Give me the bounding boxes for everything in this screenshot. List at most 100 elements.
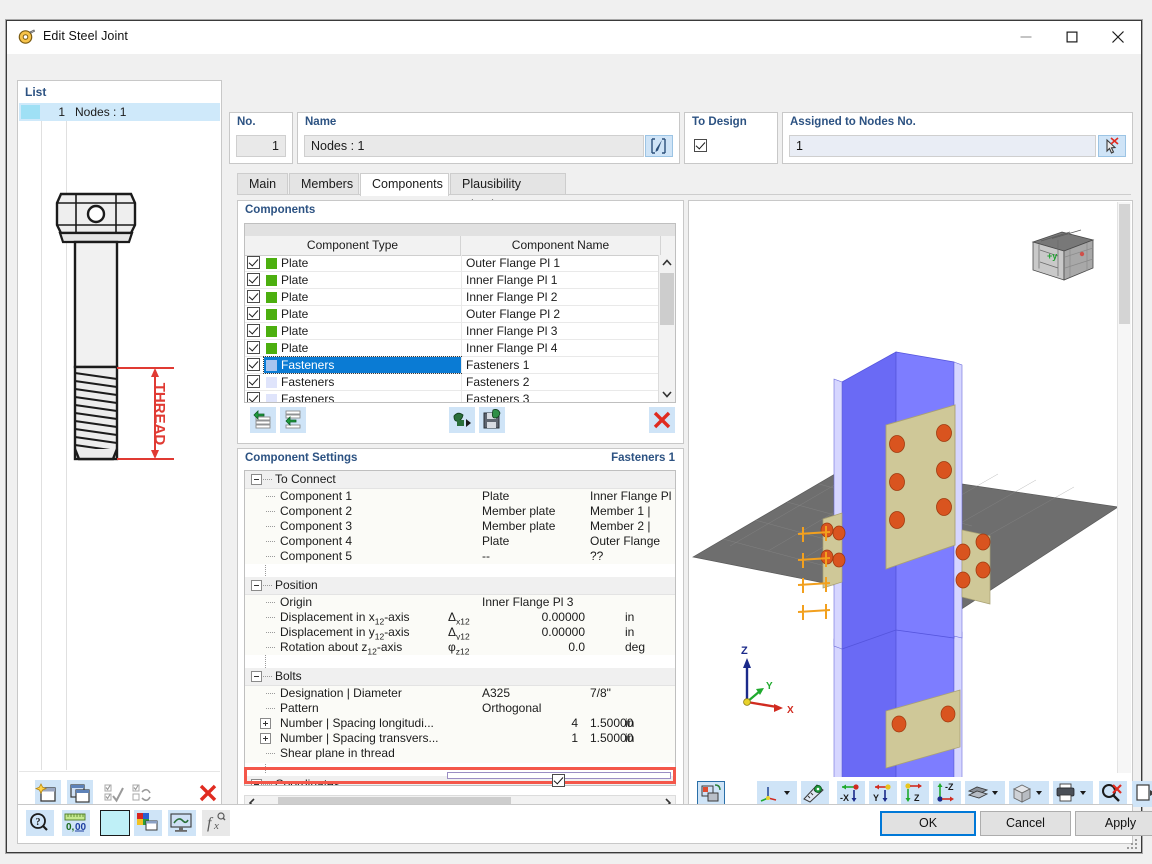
- scrollbar-thumb[interactable]: [660, 273, 674, 325]
- delete-joint-button[interactable]: [195, 780, 221, 806]
- units-button[interactable]: 0, 00: [62, 810, 90, 836]
- tab-main[interactable]: Main: [237, 173, 288, 195]
- color-button[interactable]: [100, 810, 130, 836]
- table-row[interactable]: Plate Inner Flange Pl 3: [245, 323, 659, 340]
- minimize-button[interactable]: [1003, 21, 1049, 53]
- bolt-pattern: Orthogonal: [482, 701, 542, 715]
- select-all-button[interactable]: [101, 780, 127, 806]
- setting-row[interactable]: Designation | Diameter A325 7/8": [245, 686, 675, 701]
- list-item[interactable]: 1 Nodes : 1: [19, 103, 220, 121]
- group-bolts[interactable]: Bolts: [245, 668, 675, 686]
- table-row[interactable]: Fasteners Fasteners 2: [245, 374, 659, 391]
- save-component-button[interactable]: [479, 407, 505, 433]
- table-row[interactable]: Plate Outer Flange Pl 1: [245, 255, 659, 272]
- setting-value-1: Plate: [482, 489, 510, 503]
- list-caption: List: [25, 85, 47, 99]
- maximize-button[interactable]: [1049, 21, 1095, 53]
- component-type: Plate: [281, 307, 309, 321]
- joint-name-input[interactable]: Nodes : 1: [304, 135, 644, 157]
- components-vertical-scrollbar[interactable]: [658, 255, 675, 402]
- display-properties-button[interactable]: [134, 810, 162, 836]
- setting-row[interactable]: Component 5 -- ??: [245, 549, 675, 564]
- row-checkbox[interactable]: [247, 358, 260, 371]
- component-type: Plate: [281, 290, 309, 304]
- row-checkbox[interactable]: [247, 392, 260, 402]
- invert-selection-button[interactable]: [129, 780, 155, 806]
- row-checkbox[interactable]: [247, 324, 260, 337]
- ok-button[interactable]: OK: [880, 811, 976, 836]
- to-design-field: To Design: [684, 112, 778, 164]
- table-row[interactable]: Fasteners Fasteners 3: [245, 391, 659, 402]
- delete-component-button[interactable]: [649, 407, 675, 433]
- shear-plane-checkbox-cell[interactable]: [447, 772, 671, 787]
- setting-row[interactable]: Rotation about z12-axis φz12 0.0 deg: [245, 640, 675, 656]
- copy-joint-button[interactable]: [67, 780, 93, 806]
- add-component-button[interactable]: [250, 407, 276, 433]
- table-row[interactable]: Fasteners Fasteners 1: [245, 356, 659, 374]
- setting-row[interactable]: Displacement in x12-axis Δx12 0.00000 in: [245, 610, 675, 626]
- model-3d-canvas[interactable]: +y Z Y X: [690, 202, 1118, 805]
- component-color-swatch: [266, 309, 277, 320]
- assigned-nodes-input[interactable]: 1: [789, 135, 1096, 157]
- collapse-icon[interactable]: [251, 474, 262, 485]
- apply-button[interactable]: Apply: [1075, 811, 1152, 836]
- table-row[interactable]: Plate Inner Flange Pl 2: [245, 289, 659, 306]
- setting-row-shear-plane[interactable]: Shear plane in thread: [245, 746, 675, 763]
- expand-icon[interactable]: [260, 718, 271, 729]
- table-row[interactable]: Plate Outer Flange Pl 2: [245, 306, 659, 323]
- pick-cursor-icon[interactable]: [1098, 135, 1126, 157]
- row-checkbox[interactable]: [247, 273, 260, 286]
- setting-value: 0.0: [568, 640, 585, 654]
- formula-button[interactable]: f x: [202, 810, 230, 836]
- resize-grip[interactable]: [1125, 837, 1137, 849]
- view-vertical-scrollbar[interactable]: [1117, 202, 1131, 773]
- setting-row[interactable]: Component 2 Member plate Member 1 | Fla.…: [245, 504, 675, 533]
- tab-members[interactable]: Members: [289, 173, 359, 195]
- insert-component-button[interactable]: [280, 407, 306, 433]
- setting-row[interactable]: Component 4 Plate Outer Flange P...: [245, 534, 675, 563]
- component-name: Inner Flange Pl 3: [466, 324, 558, 338]
- setting-row[interactable]: Pattern Orthogonal: [245, 701, 675, 716]
- column-header-component-name[interactable]: Component Name: [461, 236, 661, 255]
- group-position[interactable]: Position: [245, 577, 675, 595]
- edit-pencil-icon[interactable]: [645, 135, 673, 157]
- close-button[interactable]: [1095, 21, 1141, 53]
- group-to-connect[interactable]: To Connect: [245, 471, 675, 489]
- import-component-button[interactable]: [449, 407, 475, 433]
- setting-row[interactable]: Number | Spacing longitudi... 4 1.50000 …: [245, 716, 675, 745]
- cancel-button[interactable]: Cancel: [980, 811, 1071, 836]
- row-checkbox[interactable]: [247, 341, 260, 354]
- collapse-icon[interactable]: [251, 580, 262, 591]
- setting-row[interactable]: Displacement in y12-axis Δy12 0.00000 in: [245, 625, 675, 641]
- detach-view-button[interactable]: [1132, 781, 1152, 807]
- scroll-down-icon[interactable]: [659, 386, 675, 402]
- setting-row[interactable]: Component 1 Plate Inner Flange Pl 3: [245, 489, 675, 518]
- joint-no-value[interactable]: 1: [236, 135, 286, 157]
- shear-plane-checkbox[interactable]: [552, 774, 565, 787]
- row-checkbox[interactable]: [247, 375, 260, 388]
- info-button[interactable]: ?: [26, 810, 54, 836]
- setting-label: Component 2: [280, 504, 353, 518]
- component-color-swatch: [266, 275, 277, 286]
- to-design-checkbox[interactable]: [694, 139, 707, 152]
- scrollbar-thumb[interactable]: [1119, 204, 1130, 324]
- expand-icon[interactable]: [260, 733, 271, 744]
- setting-row[interactable]: Component 3 Member plate Member 2 | Fla.…: [245, 519, 675, 548]
- collapse-icon[interactable]: [251, 671, 262, 682]
- scroll-up-icon[interactable]: [659, 255, 675, 271]
- row-checkbox[interactable]: [247, 307, 260, 320]
- column-header-component-type[interactable]: Component Type: [245, 236, 461, 255]
- svg-text:f: f: [207, 815, 214, 832]
- visual-settings-button[interactable]: [168, 810, 196, 836]
- setting-row[interactable]: Number | Spacing transvers... 1 1.50000 …: [245, 731, 675, 760]
- setting-row[interactable]: Origin Inner Flange Pl 3: [245, 595, 675, 610]
- component-color-swatch: [266, 326, 277, 337]
- tab-plausibility-check[interactable]: Plausibility Check: [450, 173, 566, 212]
- new-joint-button[interactable]: [35, 780, 61, 806]
- row-checkbox[interactable]: [247, 290, 260, 303]
- row-checkbox[interactable]: [247, 256, 260, 269]
- table-row[interactable]: Plate Inner Flange Pl 4: [245, 340, 659, 357]
- table-row[interactable]: Plate Inner Flange Pl 1: [245, 272, 659, 289]
- component-settings-caption: Component Settings: [245, 452, 358, 464]
- tab-components[interactable]: Components: [360, 173, 449, 196]
